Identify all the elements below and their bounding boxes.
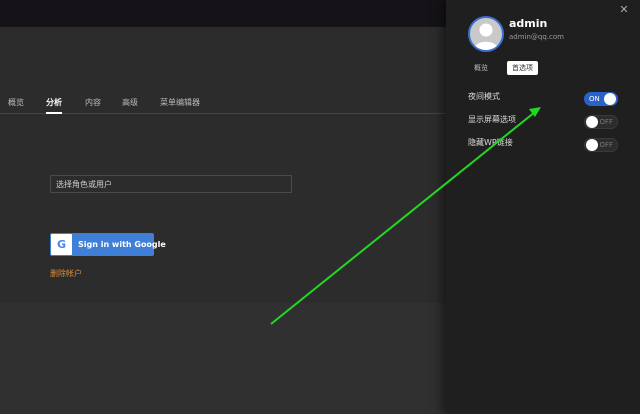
hide-wp-link-label: 隐藏WP链接 (468, 138, 513, 147)
avatar (468, 16, 504, 52)
screen-options-state: OFF (599, 118, 613, 126)
close-icon[interactable]: ✕ (618, 4, 630, 16)
toggle-knob (604, 93, 616, 105)
screen-options-label: 显示屏幕选项 (468, 115, 516, 124)
night-mode-toggle[interactable]: ON (584, 92, 618, 106)
main-content: 概览 分析 内容 高级 菜单编辑器 选择角色或用户 G Sign in with… (0, 27, 446, 414)
panel-tab-overview[interactable]: 概览 (474, 61, 488, 75)
user-silhouette-icon (473, 23, 499, 50)
user-email: admin@qq.com (509, 33, 564, 41)
main-tabs: 概览 分析 内容 高级 菜单编辑器 (0, 97, 446, 114)
google-signin-label: Sign in with Google (78, 240, 166, 249)
tab-analytics[interactable]: 分析 (46, 97, 62, 114)
night-mode-label: 夜间模式 (468, 92, 500, 101)
role-user-select[interactable]: 选择角色或用户 (50, 175, 292, 193)
settings-card: 概览 分析 内容 高级 菜单编辑器 选择角色或用户 G Sign in with… (0, 27, 446, 303)
panel-tab-preferences[interactable]: 首选项 (507, 61, 538, 75)
tab-overview[interactable]: 概览 (8, 97, 24, 109)
hide-wp-link-state: OFF (599, 141, 613, 149)
toggle-knob (586, 116, 598, 128)
hide-wp-link-toggle[interactable]: OFF (584, 138, 618, 152)
google-icon: G (51, 234, 72, 255)
toggle-knob (586, 139, 598, 151)
screen-options-toggle[interactable]: OFF (584, 115, 618, 129)
night-mode-state: ON (589, 95, 600, 103)
top-bar (0, 0, 446, 27)
user-name: admin (509, 17, 548, 30)
tab-advanced[interactable]: 高级 (122, 97, 138, 109)
tab-content[interactable]: 内容 (85, 97, 101, 109)
delete-account-link[interactable]: 删除帐户 (50, 268, 82, 279)
user-preferences-panel: ✕ admin admin@qq.com 概览 首选项 夜间模式 ON 显示屏幕… (446, 0, 640, 414)
tab-menu-editor[interactable]: 菜单编辑器 (160, 97, 200, 109)
google-signin-button[interactable]: G Sign in with Google (50, 233, 166, 256)
